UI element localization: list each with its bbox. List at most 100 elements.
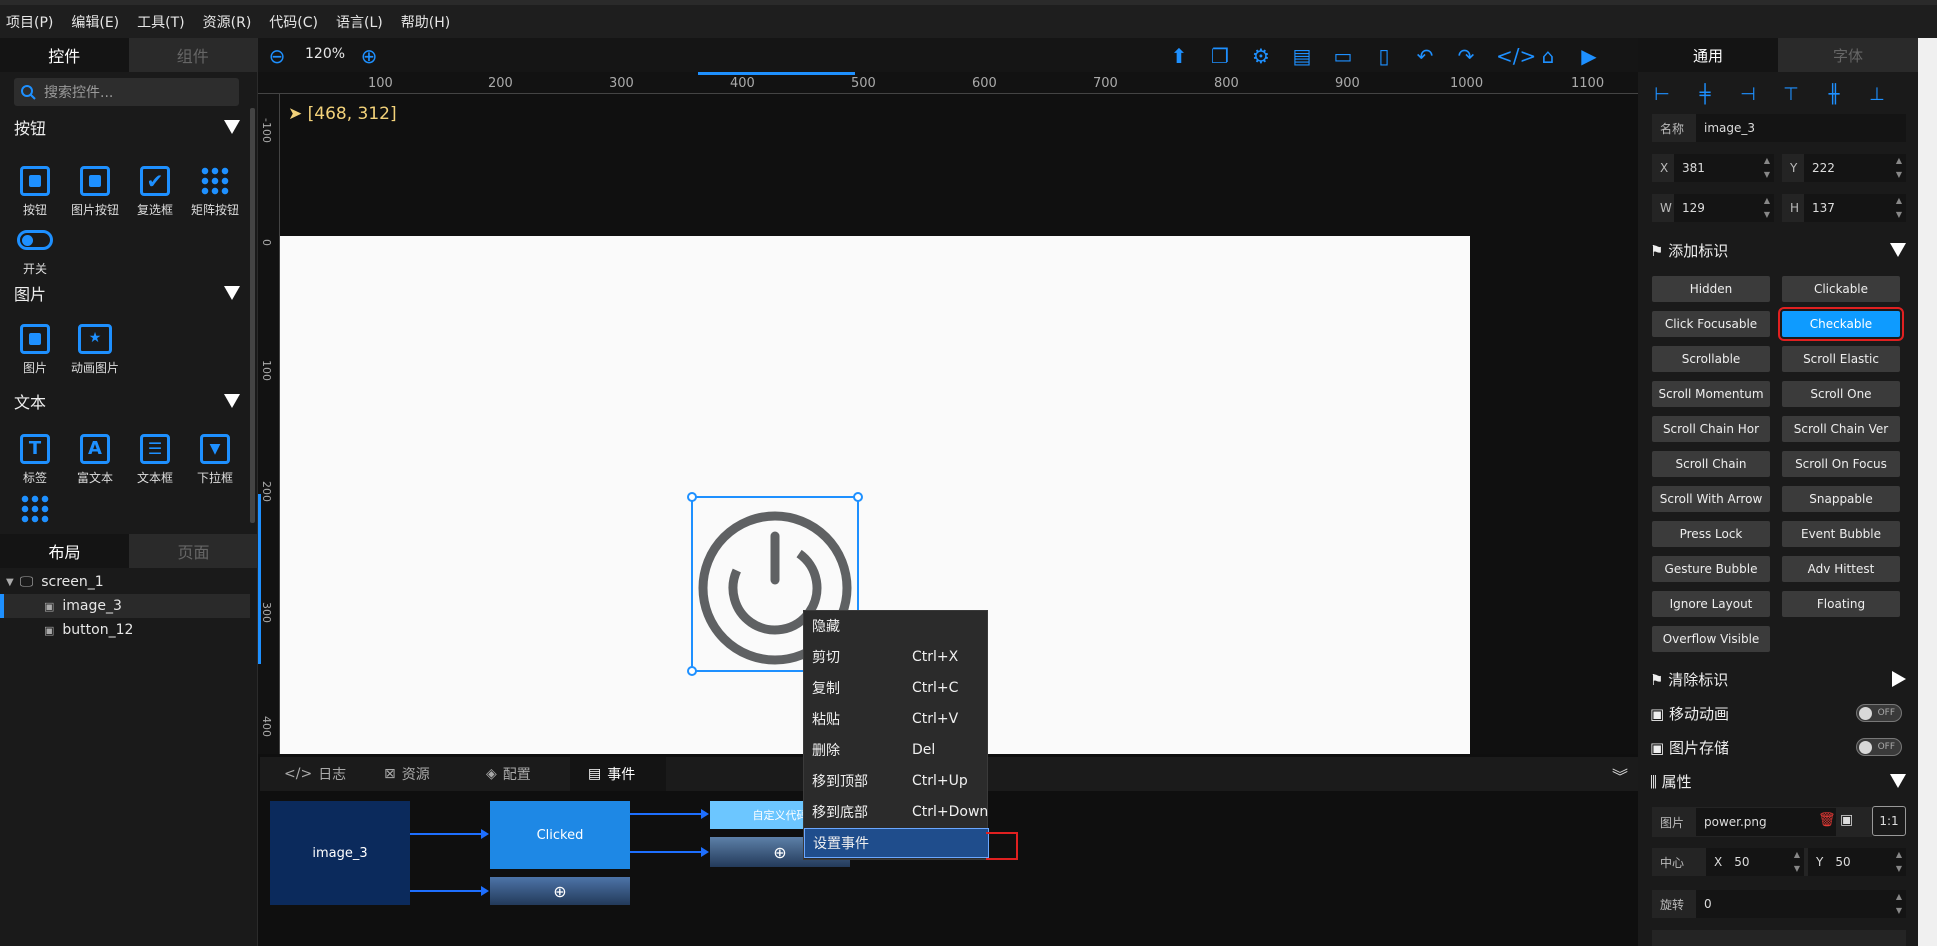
widget-image[interactable]: 图片 (5, 324, 65, 376)
tab-resources[interactable]: ⊠ 资源 (384, 757, 430, 791)
flag-clickable[interactable]: Clickable (1782, 276, 1900, 302)
flag-snappable[interactable]: Snappable (1782, 486, 1900, 512)
widget-label[interactable]: T 标签 (5, 434, 65, 486)
zoom-out-icon[interactable]: ⊖ (266, 45, 288, 67)
flag-overflow-visible[interactable]: Overflow Visible (1652, 626, 1770, 652)
flag-floating[interactable]: Floating (1782, 591, 1900, 617)
widget-calendar[interactable] (5, 494, 65, 529)
name-input[interactable]: image_3 (1696, 114, 1906, 142)
spinner-icon[interactable]: ▲ ▼ (1892, 890, 1906, 918)
tab-log[interactable]: </> 日志 (284, 757, 346, 791)
widget-richtext[interactable]: A 富文本 (65, 434, 125, 486)
image-storage-toggle[interactable]: OFF (1856, 738, 1902, 756)
menu-paste[interactable]: 粘贴 Ctrl+V (804, 704, 989, 734)
spinner-icon[interactable]: ▲ ▼ (1892, 194, 1906, 222)
resize-handle[interactable] (687, 666, 697, 676)
x-input[interactable]: 381 ▲ ▼ (1674, 154, 1774, 182)
center-x-input[interactable]: X 50 ▲ ▼ (1706, 848, 1804, 876)
properties-header[interactable]: ⫼ 属性 (1650, 766, 1906, 796)
widget-textarea[interactable]: ☰ 文本框 (125, 434, 185, 486)
flag-ignore-layout[interactable]: Ignore Layout (1652, 591, 1770, 617)
menu-tools[interactable]: 工具(T) (137, 12, 184, 32)
image-file-field[interactable]: power.png (1696, 808, 1836, 836)
widget-button-matrix[interactable]: 矩阵按钮 (185, 166, 245, 218)
y-input[interactable]: 222 ▲ ▼ (1804, 154, 1906, 182)
clear-flags-header[interactable]: ⚑ 清除标识 (1650, 664, 1906, 694)
flag-click-focusable[interactable]: Click Focusable (1652, 311, 1770, 337)
flag-scrollable[interactable]: Scrollable (1652, 346, 1770, 372)
tree-item-button[interactable]: ▣ button_12 (0, 618, 250, 642)
tab-widgets[interactable]: 控件 (0, 38, 129, 72)
settings-icon[interactable]: ⚙ (1250, 45, 1272, 67)
code-icon[interactable]: </> (1496, 45, 1536, 67)
tree-item-image[interactable]: ▣ image_3 (0, 594, 250, 618)
spinner-icon[interactable]: ▲ ▼ (1760, 154, 1774, 182)
save-icon[interactable]: ▤ (1291, 45, 1313, 67)
widget-button[interactable]: 按钮 (5, 166, 65, 218)
clean-icon[interactable]: ⌂ (1537, 45, 1559, 67)
flag-scroll-on-focus[interactable]: Scroll On Focus (1782, 451, 1900, 477)
width-input[interactable]: 129 ▲ ▼ (1674, 194, 1774, 222)
menu-code[interactable]: 代码(C) (269, 12, 318, 32)
flag-scroll-elastic[interactable]: Scroll Elastic (1782, 346, 1900, 372)
widget-dropdown[interactable]: ▼ 下拉框 (185, 434, 245, 486)
flag-press-lock[interactable]: Press Lock (1652, 521, 1770, 547)
flag-scroll-chain[interactable]: Scroll Chain (1652, 451, 1770, 477)
spinner-icon[interactable]: ▲ ▼ (1892, 154, 1906, 182)
add-event-button[interactable]: ⊕ (490, 877, 630, 905)
menu-hide[interactable]: 隐藏 (804, 611, 989, 641)
align-center-h-icon[interactable]: ╪ (1693, 84, 1717, 108)
flag-event-bubble[interactable]: Event Bubble (1782, 521, 1900, 547)
tab-config[interactable]: ◈ 配置 (486, 757, 531, 791)
run-icon[interactable]: ▶ (1578, 45, 1600, 67)
menu-copy[interactable]: 复制 Ctrl+C (804, 673, 989, 703)
upload-icon[interactable]: ⬆ (1168, 45, 1190, 67)
menu-edit[interactable]: 编辑(E) (71, 12, 119, 32)
resize-handle[interactable] (687, 492, 697, 502)
flag-hidden[interactable]: Hidden (1652, 276, 1770, 302)
widget-image-button[interactable]: 图片按钮 (65, 166, 125, 218)
trash-icon[interactable]: 🗑 (1818, 812, 1836, 828)
widget-checkbox[interactable]: ✔ 复选框 (125, 166, 185, 218)
flag-scroll-with-arrow[interactable]: Scroll With Arrow (1652, 486, 1770, 512)
menu-project[interactable]: 项目(P) (6, 12, 53, 32)
flag-scroll-one[interactable]: Scroll One (1782, 381, 1900, 407)
flag-gesture-bubble[interactable]: Gesture Bubble (1652, 556, 1770, 582)
tab-layout[interactable]: 布局 (0, 534, 129, 568)
file-icon[interactable]: ▯ (1373, 45, 1395, 67)
flag-scroll-chain-hor[interactable]: Scroll Chain Hor (1652, 416, 1770, 442)
menu-move-bottom[interactable]: 移到底部 Ctrl+Down (804, 797, 989, 827)
spinner-icon[interactable]: ▲ ▼ (1790, 848, 1804, 876)
image-picker-icon[interactable]: ▣ (1840, 812, 1853, 828)
flag-checkable[interactable]: Checkable (1778, 307, 1904, 341)
widget-switch[interactable]: 开关 (5, 225, 65, 277)
folder-icon[interactable]: ▭ (1332, 45, 1354, 67)
add-flags-header[interactable]: ⚑ 添加标识 (1650, 235, 1906, 265)
collapse-panel-icon[interactable]: ︾ (1612, 763, 1628, 787)
tab-pages[interactable]: 页面 (129, 534, 258, 568)
tab-font[interactable]: 字体 (1778, 38, 1918, 72)
resize-handle[interactable] (853, 492, 863, 502)
rotate-input[interactable]: 0 ▲ ▼ (1696, 890, 1906, 918)
flag-adv-hittest[interactable]: Adv Hittest (1782, 556, 1900, 582)
tree-item-screen[interactable]: ▼ 🖵 screen_1 (0, 570, 250, 594)
spinner-icon[interactable]: ▲ ▼ (1760, 194, 1774, 222)
undo-icon[interactable]: ↶ (1414, 45, 1436, 67)
section-images-header[interactable]: 图片 (0, 278, 250, 308)
align-right-icon[interactable]: ⊣ (1736, 84, 1760, 108)
align-center-v-icon[interactable]: ╫ (1822, 84, 1846, 108)
section-buttons-header[interactable]: 按钮 (0, 112, 250, 142)
menu-cut[interactable]: 剪切 Ctrl+X (804, 642, 989, 672)
widget-animimg[interactable]: ★ 动画图片 (65, 324, 125, 376)
height-input[interactable]: 137 ▲ ▼ (1804, 194, 1906, 222)
align-top-icon[interactable]: ⊤ (1779, 84, 1803, 108)
menu-help[interactable]: 帮助(H) (401, 12, 450, 32)
flag-scroll-momentum[interactable]: Scroll Momentum (1652, 381, 1770, 407)
menu-resources[interactable]: 资源(R) (203, 12, 252, 32)
spinner-icon[interactable]: ▲ ▼ (1892, 848, 1906, 876)
zoom-in-icon[interactable]: ⊕ (358, 45, 380, 67)
menu-set-event[interactable]: 设置事件 (804, 828, 989, 858)
section-text-header[interactable]: 文本 (0, 386, 250, 416)
menu-delete[interactable]: 删除 Del (804, 735, 989, 765)
redo-icon[interactable]: ↷ (1455, 45, 1477, 67)
